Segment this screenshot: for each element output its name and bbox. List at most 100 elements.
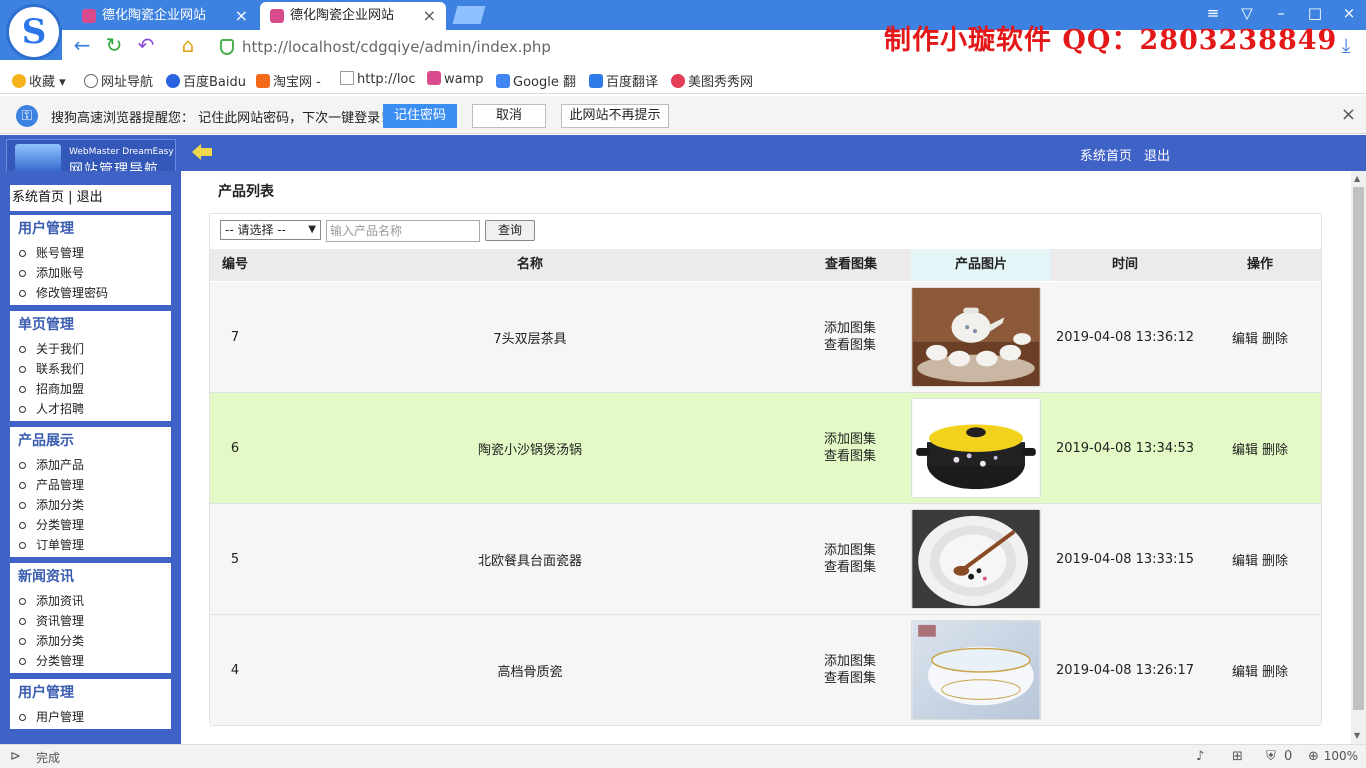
zoom-level[interactable]: 100% [1324,749,1358,763]
new-tab-button[interactable] [452,6,486,24]
menu-title[interactable]: 产品展示 [10,427,171,455]
bookmark-item[interactable]: 美图秀秀网 [671,71,753,90]
view-gallery-link[interactable]: 查看图集 [824,559,876,576]
home-link[interactable]: 系统首页 [1080,149,1132,164]
cancel-button[interactable]: 取消 [472,104,546,128]
back-icon[interactable]: ← [70,34,94,58]
menu-title[interactable]: 单页管理 [10,311,171,339]
menu-item-about[interactable]: 关于我们 [10,339,171,359]
product-image-teaset[interactable] [911,287,1041,387]
tab-inactive[interactable]: 德化陶瓷企业网站 × [72,2,258,30]
bookmark-favorites[interactable]: 收藏 ▾ [12,71,66,90]
menu-item-add-news[interactable]: 添加资讯 [10,591,171,611]
menu-item-product-management[interactable]: 产品管理 [10,475,171,495]
menu-item-category-management[interactable]: 分类管理 [10,515,171,535]
speaker-icon[interactable]: ♪ [1196,749,1204,764]
undo-close-icon[interactable]: ↶ [134,34,158,58]
edit-link[interactable]: 编辑 [1232,661,1258,680]
tab-title: 德化陶瓷企业网站 [290,8,395,23]
address-bar[interactable]: http://localhost/cdgqiye/admin/index.php [216,34,936,60]
row-time: 2019-04-08 13:34:53 [1055,440,1195,456]
view-gallery-link[interactable]: 查看图集 [824,670,876,687]
row-gallery-links: 添加图集 查看图集 [824,615,904,725]
refresh-icon[interactable]: ↻ [102,34,126,58]
home-icon[interactable]: ⌂ [176,34,200,58]
downloads-icon[interactable]: ⊞ [1232,749,1243,764]
edit-link[interactable]: 编辑 [1232,550,1258,569]
view-gallery-link[interactable]: 查看图集 [824,337,876,354]
close-notification-icon[interactable]: × [1341,104,1356,125]
sidebar-home-link[interactable]: 系统首页 [12,190,64,205]
search-button[interactable]: 查询 [485,220,535,241]
menu-item-add-account[interactable]: 添加账号 [10,263,171,283]
tab-active[interactable]: 德化陶瓷企业网站 × [260,2,446,30]
bookmark-item[interactable]: 百度翻译 [589,71,658,90]
download-icon[interactable]: ⤓ [1334,34,1358,58]
close-window-icon[interactable]: × [1334,4,1364,22]
tab-close-icon[interactable]: × [235,2,248,30]
add-gallery-link[interactable]: 添加图集 [824,653,876,670]
tab-close-icon[interactable]: × [423,2,436,30]
site-favicon-icon [82,9,96,23]
menu-item-news-category-management[interactable]: 分类管理 [10,651,171,671]
menu-item-add-category[interactable]: 添加分类 [10,495,171,515]
product-image-plates[interactable] [911,509,1041,609]
page-scrollbar[interactable]: ▲ ▼ [1351,171,1366,744]
menu-item-franchise[interactable]: 招商加盟 [10,379,171,399]
status-text: 完成 [36,751,61,765]
menu-item-change-password[interactable]: 修改管理密码 [10,283,171,303]
adblock-icon[interactable]: ⛨ [1266,749,1276,764]
add-gallery-link[interactable]: 添加图集 [824,320,876,337]
delete-link[interactable]: 删除 [1262,439,1288,458]
sogou-logo-icon[interactable]: S [6,4,62,60]
bookmark-item[interactable]: Google 翻 [496,71,576,90]
edit-link[interactable]: 编辑 [1232,439,1258,458]
add-gallery-link[interactable]: 添加图集 [824,431,876,448]
product-image-claypot[interactable] [911,398,1041,498]
collapse-arrow-icon[interactable] [192,144,212,160]
product-name-input[interactable]: 输入产品名称 [326,220,480,242]
product-image-bone-china[interactable] [911,620,1041,720]
category-select[interactable]: -- 请选择 -- ▼ [220,220,321,240]
menu-item-recruitment[interactable]: 人才招聘 [10,399,171,419]
row-image-cell [910,393,1042,503]
bookmark-item[interactable]: http://loc [340,71,416,87]
dropdown-caret-icon: ▼ [308,224,316,235]
scroll-down-icon[interactable]: ▼ [1354,731,1360,740]
menu-title[interactable]: 用户管理 [10,679,171,707]
menu-title[interactable]: 用户管理 [10,215,171,243]
menu-item-accounts[interactable]: 账号管理 [10,243,171,263]
bookmark-item[interactable]: 百度Baidu [166,71,246,90]
add-gallery-link[interactable]: 添加图集 [824,542,876,559]
never-prompt-button[interactable]: 此网站不再提示 [561,104,669,128]
edit-link[interactable]: 编辑 [1232,328,1258,347]
bookmark-item[interactable]: wamp [427,71,484,87]
table-row: 5 北欧餐具台面瓷器 添加图集 查看图集 2019-04-08 13:33:15… [210,504,1321,615]
delete-link[interactable]: 删除 [1262,550,1288,569]
logout-link[interactable]: 退出 [1144,149,1170,164]
promo-overlay-text: 制作小璇软件 QQ：2803238849 [884,25,1338,56]
menu-products: 产品展示 添加产品 产品管理 添加分类 分类管理 订单管理 [10,427,171,557]
col-time: 时间 [1111,257,1138,272]
zoom-icon[interactable]: ⊕ [1308,749,1319,764]
sidebar-toggle-icon[interactable]: ⊳ [10,749,21,764]
scroll-up-icon[interactable]: ▲ [1354,174,1360,183]
remember-password-button[interactable]: 记住密码 [383,104,457,128]
view-gallery-link[interactable]: 查看图集 [824,448,876,465]
bookmark-item[interactable]: 网址导航 [84,71,153,90]
row-time: 2019-04-08 13:36:12 [1055,329,1195,345]
scrollbar-thumb[interactable] [1353,187,1364,710]
menu-title[interactable]: 新闻资讯 [10,563,171,591]
menu-item-add-product[interactable]: 添加产品 [10,455,171,475]
menu-item-news-management[interactable]: 资讯管理 [10,611,171,631]
sidebar-logout-link[interactable]: 退出 [77,190,103,205]
menu-members: 用户管理 用户管理 [10,679,171,729]
menu-item-add-news-category[interactable]: 添加分类 [10,631,171,651]
row-id: 7 [230,329,240,345]
delete-link[interactable]: 删除 [1262,661,1288,680]
bookmark-item[interactable]: 淘宝网 - [256,71,321,90]
menu-item-members[interactable]: 用户管理 [10,707,171,727]
delete-link[interactable]: 删除 [1262,328,1288,347]
menu-item-contact[interactable]: 联系我们 [10,359,171,379]
menu-item-orders[interactable]: 订单管理 [10,535,171,555]
